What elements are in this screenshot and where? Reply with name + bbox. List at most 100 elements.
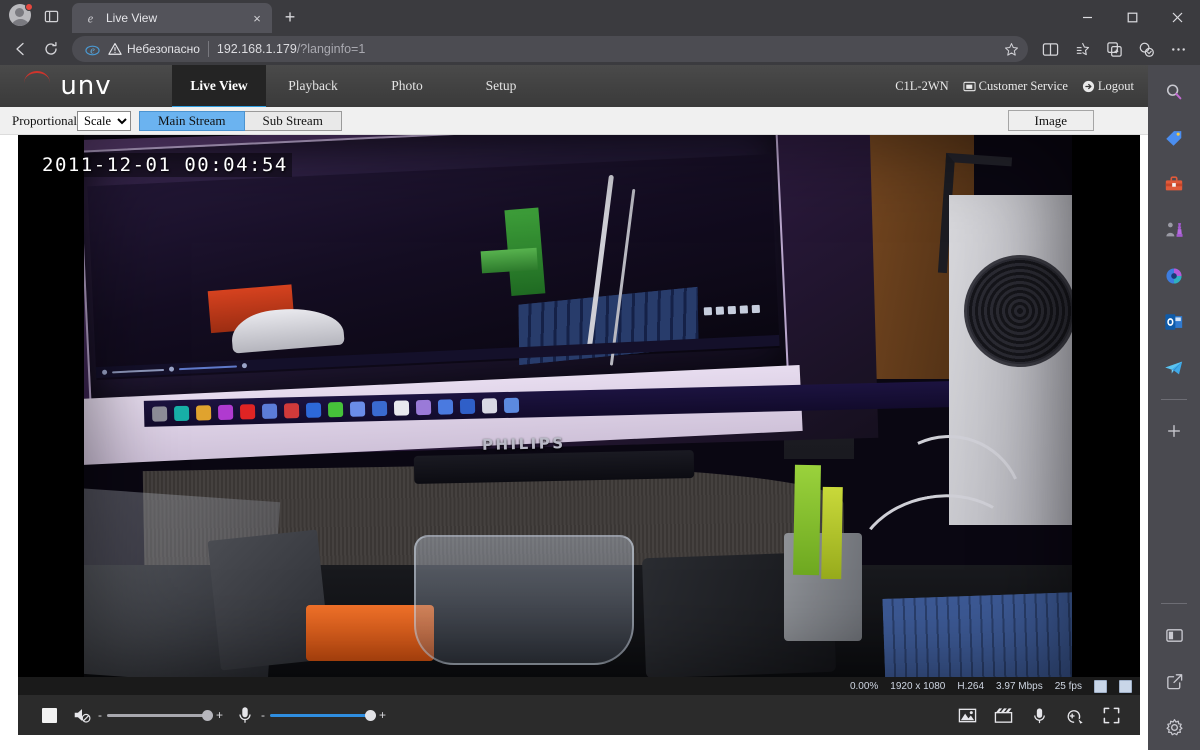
scene-green-battery: [793, 464, 821, 576]
split-panel-icon[interactable]: [1157, 618, 1191, 652]
mic-decrease[interactable]: -: [261, 708, 265, 722]
settings-more-icon[interactable]: [1162, 35, 1194, 63]
add-icon[interactable]: [1157, 414, 1191, 448]
player-control-bar: - + - +: [18, 695, 1140, 735]
video-stage: PHILIPS: [84, 135, 1072, 677]
logout-link[interactable]: Logout: [1082, 79, 1134, 94]
unv-logo[interactable]: unv: [0, 65, 172, 107]
microphone-icon[interactable]: [234, 704, 256, 726]
unv-header: unv Live View Playback Photo Setup C1L-2…: [0, 65, 1148, 109]
snapshot-icon[interactable]: [956, 705, 978, 725]
new-tab-button[interactable]: +: [276, 3, 304, 31]
proportional-label: Proportional: [12, 112, 77, 128]
warning-triangle-icon: [108, 43, 122, 55]
edge-sidebar: [1148, 65, 1200, 750]
tools-icon[interactable]: [1157, 167, 1191, 201]
video-status-bar: 0.00% 1920 x 1080 H.264 3.97 Mbps 25 fps: [18, 677, 1140, 695]
minimize-button[interactable]: [1065, 1, 1110, 33]
main-stream-button[interactable]: Main Stream: [139, 110, 245, 131]
audio-talk-icon[interactable]: [1028, 705, 1050, 725]
fullscreen-icon[interactable]: [1100, 705, 1122, 725]
scene-inner-toolbar-icons: [703, 304, 761, 316]
volume-increase[interactable]: +: [216, 708, 223, 722]
collections-icon[interactable]: [1066, 35, 1098, 63]
open-external-icon[interactable]: [1157, 664, 1191, 698]
tab-search-icon[interactable]: [38, 3, 64, 29]
device-id: C1L-2WN: [895, 78, 949, 93]
outlook-icon[interactable]: [1157, 305, 1191, 339]
games-icon[interactable]: [1157, 213, 1191, 247]
customer-service-icon: [963, 81, 976, 91]
status-quality-indicator-icon: [1119, 679, 1132, 693]
browser-toolbar: e Небезопасно 192.168.1.179/?langinfo=1: [0, 33, 1200, 65]
unv-nav: Live View Playback Photo Setup: [172, 65, 548, 109]
address-bar[interactable]: e Небезопасно 192.168.1.179/?langinfo=1: [72, 36, 1028, 62]
stream-toggle-group: Main Stream Sub Stream: [139, 110, 342, 131]
volume-decrease[interactable]: -: [98, 708, 102, 722]
settings-gear-icon[interactable]: [1157, 710, 1191, 744]
close-window-button[interactable]: [1155, 1, 1200, 33]
scene-yellow-battery: [821, 486, 843, 580]
nav-tab-live-view[interactable]: Live View: [172, 65, 266, 109]
sub-stream-button[interactable]: Sub Stream: [244, 110, 342, 131]
status-bitrate: 3.97 Mbps: [996, 680, 1043, 692]
logout-icon: [1082, 80, 1094, 92]
volume-slider[interactable]: [107, 708, 213, 722]
tab-groups-icon[interactable]: [1098, 35, 1130, 63]
scene-monitor-stand: [413, 450, 695, 484]
security-warning-text: Небезопасно: [127, 42, 200, 56]
scene-pc-fan: [964, 255, 1072, 367]
mic-increase[interactable]: +: [379, 708, 386, 722]
telegram-icon[interactable]: [1157, 351, 1191, 385]
mic-slider[interactable]: [270, 708, 377, 722]
tab-close-icon[interactable]: ×: [248, 9, 266, 27]
camera-scene: PHILIPS: [84, 135, 1072, 677]
url-path: /?langinfo=1: [296, 42, 366, 56]
designer-icon[interactable]: [1157, 259, 1191, 293]
browser-tab-live-view[interactable]: e Live View ×: [72, 3, 272, 33]
svg-text:e: e: [87, 11, 93, 25]
nav-tab-photo[interactable]: Photo: [360, 65, 454, 107]
back-button[interactable]: [6, 35, 36, 63]
logout-label: Logout: [1097, 78, 1134, 93]
search-icon[interactable]: [1157, 75, 1191, 109]
status-packet-loss: 0.00%: [849, 680, 879, 692]
url-text: 192.168.1.179/?langinfo=1: [217, 42, 990, 56]
image-settings-button[interactable]: Image: [1007, 110, 1094, 131]
reload-button[interactable]: [36, 35, 66, 63]
unv-logo-text: unv: [60, 71, 112, 101]
shopping-tag-icon[interactable]: [1157, 121, 1191, 155]
video-player[interactable]: PHILIPS 2011-12-01 00:04:54 0.00% 1920 x…: [18, 135, 1140, 695]
status-resolution: 1920 x 1080: [890, 680, 946, 692]
maximize-button[interactable]: [1110, 1, 1155, 33]
nav-tab-playback[interactable]: Playback: [266, 65, 360, 107]
customer-service-link[interactable]: Customer Service: [963, 79, 1068, 94]
ie-compat-icon: e: [82, 10, 98, 26]
status-stream-indicator-icon: [1094, 679, 1107, 693]
scale-select[interactable]: Scale: [77, 110, 131, 131]
ptz-zoom-icon[interactable]: [1064, 705, 1086, 725]
customer-service-label: Customer Service: [978, 78, 1068, 93]
unv-logo-arc: [24, 71, 50, 83]
favorite-star-icon[interactable]: [998, 38, 1024, 60]
avatar-notification-dot: [25, 3, 33, 11]
scene-monitor-brand: PHILIPS: [481, 434, 566, 454]
nav-tab-setup[interactable]: Setup: [454, 65, 548, 107]
page-viewport: unv Live View Playback Photo Setup C1L-2…: [0, 65, 1148, 750]
record-icon[interactable]: [992, 705, 1014, 725]
browser-essentials-icon[interactable]: [1130, 35, 1162, 63]
status-codec: H.264: [957, 680, 985, 692]
split-screen-icon[interactable]: [1034, 35, 1066, 63]
video-area: PHILIPS 2011-12-01 00:04:54 0.00% 1920 x…: [0, 135, 1148, 750]
window-controls: [1065, 1, 1200, 33]
video-timestamp: 2011-12-01 00:04:54: [38, 153, 292, 177]
speaker-muted-icon[interactable]: [71, 704, 93, 726]
security-warning[interactable]: Небезопасно: [108, 42, 200, 56]
ie-compat-icon: e: [84, 41, 100, 57]
profile-avatar-button[interactable]: [6, 2, 34, 30]
scene-inner-green-board: [480, 248, 538, 274]
sidebar-divider: [1161, 399, 1187, 400]
stop-button[interactable]: [42, 707, 57, 723]
stream-control-bar: Proportional Scale Main Stream Sub Strea…: [0, 107, 1148, 135]
svg-text:e: e: [90, 45, 95, 56]
